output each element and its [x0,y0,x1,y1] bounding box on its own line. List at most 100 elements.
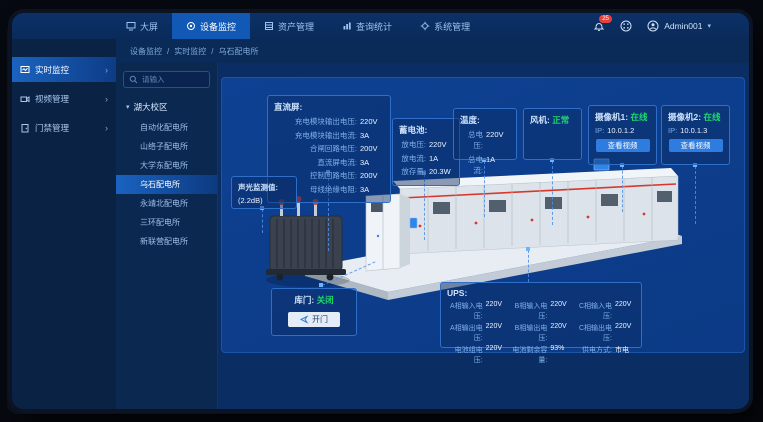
field-value: 220V [550,301,570,321]
notification-badge: 25 [599,15,612,23]
field-value: 1A [486,155,510,164]
sidebar-item-realtime-monitor[interactable]: 实时监控 › [12,57,116,82]
field-value: 220V [486,130,510,139]
tree-item-station[interactable]: 永靖北配电所 [116,194,217,213]
field-label: 控制回路电压: [310,170,357,181]
field-value: 3A [360,185,384,194]
search-input[interactable] [142,75,202,84]
nav-tab-system[interactable]: 系统管理 [406,13,484,39]
breadcrumb-separator: / [167,47,169,56]
field-label: 电池组电压: [447,345,483,365]
breadcrumb-item[interactable]: 设备监控 [130,46,162,57]
field-label: 电池剩余容量: [512,345,548,365]
card-title: 蓄电池: [399,124,453,136]
door-icon [20,123,30,133]
gear-icon [420,21,430,31]
nav-tab-label: 大屏 [140,20,158,33]
view-video-button[interactable]: 查看视频 [669,139,723,152]
search-icon [129,75,138,84]
ups-grid: A相输入电压:220V B相输入电压:220V C相输入电压:220V A相输出… [447,301,635,365]
sidebar-item-label: 实时监控 [35,64,100,76]
connector-line [695,166,696,224]
nav-tab-label: 资产管理 [278,20,314,33]
camera1-status: 在线 [630,112,647,122]
field-value: 20.3W [429,167,453,176]
breadcrumb-item[interactable]: 实时监控 [174,46,206,57]
station-tree-panel: ▾ 湖大校区 自动化配电所 山络子配电所 大学东配电所 乌石配电所 永靖北配电所… [116,63,218,409]
field-label: B相输出电压: [512,323,548,343]
card-title: 摄像机1: 在线 [595,111,650,123]
nav-tab-label: 系统管理 [434,20,470,33]
user-menu[interactable]: Admin001 ▾ [647,20,711,32]
user-name: Admin001 [664,21,702,31]
sidebar-item-label: 视频管理 [35,93,100,105]
sidebar-item-access-control[interactable]: 门禁管理 › [12,115,116,140]
video-camera-icon [20,94,30,104]
field-value: 市电 [615,345,635,365]
notification-bell-icon[interactable]: 25 [593,20,605,32]
caret-down-icon: ▾ [126,103,130,111]
field-value: 3A [360,158,384,167]
tree-item-station-selected[interactable]: 乌石配电所 [116,175,217,194]
field-label: 直流屏电流: [317,157,357,168]
field-value: 1A [429,154,453,163]
tree-item-station[interactable]: 新联营配电所 [116,232,217,251]
ups-card: UPS: A相输入电压:220V B相输入电压:220V C相输入电压:220V… [440,282,642,348]
stats-icon [342,21,352,31]
field-value: 220V [486,323,506,343]
ip-value: 10.0.1.2 [607,126,634,135]
tree-item-station[interactable]: 三环配电所 [116,213,217,232]
card-title: 声光监测值: [238,182,290,193]
tree-root-label: 湖大校区 [134,101,168,113]
breadcrumb-separator: / [211,47,213,56]
field-value: 200V [360,144,384,153]
realtime-monitor-icon [20,65,30,75]
connector-line [528,250,529,282]
nav-tab-statistics[interactable]: 查询统计 [328,13,406,39]
nav-tab-dashboard[interactable]: 大屏 [112,13,172,39]
top-nav: 大屏 设备监控 资产管理 查询统计 [12,13,749,39]
field-label: 合闸回路电压: [310,143,357,154]
camera2-status: 在线 [703,112,720,122]
camera2-card: 摄像机2: 在线 IP:10.0.1.3 查看视频 [661,105,730,165]
field-value: 220V [615,301,635,321]
door-card: 库门: 关闭 开门 [271,288,357,336]
field-label: 充电模块输出电压: [295,116,357,127]
app-window: 大屏 设备监控 资产管理 查询统计 [12,13,749,409]
camera1-card: 摄像机1: 在线 IP:10.0.1.2 查看视频 [588,105,657,165]
breadcrumb: 设备监控 / 实时监控 / 乌石配电所 [116,39,749,63]
asset-icon [264,21,274,31]
station-scene-panel: 直流屏: 充电模块输出电压:220V 充电模块输出电流:3A 合闸回路电压:20… [221,77,745,353]
field-value: 220V [550,323,570,343]
card-title: UPS: [447,288,635,298]
door-status: 关闭 [317,295,334,305]
field-value: 220V [486,301,506,321]
nav-tab-assets[interactable]: 资产管理 [250,13,328,39]
fullscreen-icon[interactable] [620,20,632,32]
tree-root-node[interactable]: ▾ 湖大校区 [116,98,217,118]
chevron-down-icon: ▾ [707,22,711,30]
field-label: 放存量: [401,166,426,177]
field-label: 总电流: [460,154,483,176]
chevron-right-icon: › [105,94,108,104]
sound-monitor-card: 声光监测值: (2.2dB) [231,176,297,209]
tree-item-station[interactable]: 山络子配电所 [116,137,217,156]
ip-value: 10.0.1.3 [680,126,707,135]
temperature-card: 温度: 总电压:220V 总电流:1A [453,108,517,160]
open-door-button[interactable]: 开门 [288,312,340,327]
tree-item-station[interactable]: 自动化配电所 [116,118,217,137]
field-label: 放电压: [401,139,426,150]
nav-tab-device-monitor[interactable]: 设备监控 [172,13,250,39]
connector-dot [526,247,530,251]
field-label: 充电模块输出电流: [295,130,357,141]
tree-item-station[interactable]: 大学东配电所 [116,156,217,175]
nav-tab-label: 查询统计 [356,20,392,33]
view-video-button[interactable]: 查看视频 [596,139,650,152]
user-avatar-icon [647,20,659,32]
field-label: C相输入电压: [576,301,612,321]
sidebar-item-video-management[interactable]: 视频管理 › [12,86,116,111]
chevron-right-icon: › [105,65,108,75]
field-label: A相输入电压: [447,301,483,321]
fan-card: 风机: 正常 [523,108,582,160]
nav-right-cluster: 25 Admin001 ▾ [593,13,749,39]
